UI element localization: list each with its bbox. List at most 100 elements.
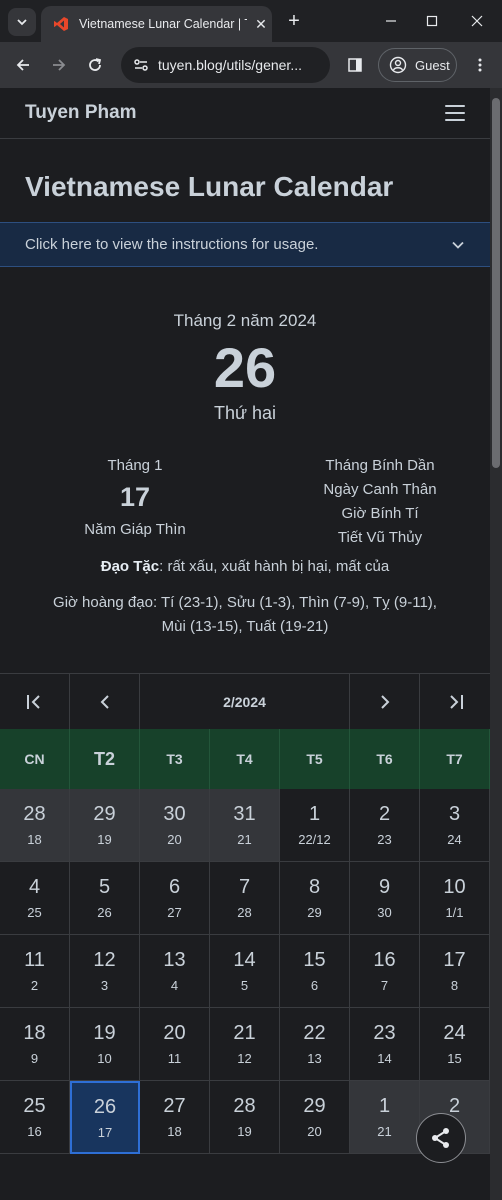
calendar-day[interactable]: 6 27 [140,862,210,935]
solar-date: 13 [163,949,186,971]
side-panel-button[interactable] [341,51,369,79]
lunar-date: 21 [377,1124,392,1139]
calendar-day[interactable]: 8 29 [280,862,350,935]
solar-date: 25 [23,1095,46,1117]
calendar-day[interactable]: 14 5 [210,935,280,1008]
month-year-label: Tháng 2 năm 2024 [173,311,317,330]
lunar-date: 7 [380,978,389,993]
calendar-day[interactable]: 17 8 [420,935,490,1008]
solar-date: 23 [373,1022,396,1044]
tab-close-icon[interactable]: ✕ [253,16,269,33]
lunar-date: 13 [307,1051,322,1066]
lunar-date: 6 [310,978,319,993]
tab-search-button[interactable] [8,8,36,36]
calendar-day[interactable]: 12 3 [70,935,140,1008]
calendar-day[interactable]: 11 2 [0,935,70,1008]
weekday-label: Thứ hai [213,403,277,423]
calendar-day[interactable]: 3 24 [420,789,490,862]
calendar-day[interactable]: 29 19 [70,789,140,862]
calendar-day[interactable]: 18 9 [0,1008,70,1081]
lunar-date: 4 [170,978,179,993]
first-month-button[interactable] [0,674,70,729]
lunar-day: 17 [119,482,151,512]
lunar-date: 16 [27,1124,42,1139]
back-button[interactable] [9,51,37,79]
site-settings-icon[interactable] [131,55,151,75]
share-button[interactable] [416,1113,466,1163]
calendar-day[interactable]: 31 21 [210,789,280,862]
calendar-day[interactable]: 7 28 [210,862,280,935]
weekday-fri: T6 [350,729,420,789]
weekday-tue: T3 [140,729,210,789]
lunar-date: 3 [100,978,109,993]
profile-label: Guest [415,57,450,73]
solar-date: 11 [24,949,45,971]
calendar-day[interactable]: 27 18 [140,1081,210,1154]
calendar-day[interactable]: 1 22/12 [280,789,350,862]
calendar-day[interactable]: 4 25 [0,862,70,935]
hamburger-menu-icon[interactable] [445,105,465,121]
scrollbar-thumb[interactable] [492,98,500,468]
page-scrollbar[interactable] [490,88,502,1200]
lunar-date: 27 [167,905,182,920]
browser-menu-button[interactable] [466,51,494,79]
lunar-date: 18 [167,1124,182,1139]
calendar-day[interactable]: 28 18 [0,789,70,862]
lunar-date: 23 [377,832,392,847]
lunar-month: Tháng 1 [107,457,163,474]
next-month-button[interactable] [350,674,420,729]
page-content: Tuyen Pham Vietnamese Lunar Calendar Cli… [0,88,490,1154]
prev-month-button[interactable] [70,674,140,729]
calendar-day[interactable]: 5 26 [70,862,140,935]
maximize-button[interactable] [417,8,447,34]
calendar-day[interactable]: 2 23 [350,789,420,862]
calendar-day[interactable]: 1 21 [350,1081,420,1154]
calendar-day[interactable]: 21 12 [210,1008,280,1081]
calendar-day[interactable]: 22 13 [280,1008,350,1081]
tab-title: Vietnamese Lunar Calendar | Tuyen Pham [79,17,247,31]
can-chi-month: Tháng Bính Dần [325,457,435,474]
calendar-day[interactable]: 28 19 [210,1081,280,1154]
can-chi-day: Ngày Canh Thân [323,481,437,498]
calendar-day[interactable]: 30 20 [140,789,210,862]
reload-button[interactable] [81,51,109,79]
address-bar[interactable]: tuyen.blog/utils/gener... [121,47,330,83]
calendar-day[interactable]: 13 4 [140,935,210,1008]
profile-button[interactable]: Guest [378,48,457,82]
solar-date: 29 [93,803,116,825]
calendar-day[interactable]: 29 20 [280,1081,350,1154]
browser-tab-active[interactable]: Vietnamese Lunar Calendar | Tuyen Pham ✕ [41,6,272,42]
lunar-date: Tháng 1 17 Năm Giáp Thìn [0,445,270,545]
page-viewport: Tuyen Pham Vietnamese Lunar Calendar Cli… [0,88,502,1200]
calendar-month-label[interactable]: 2/2024 [140,674,350,729]
lunar-date: 12 [237,1051,252,1066]
solar-date: 4 [28,876,41,898]
profile-icon [389,56,407,74]
last-month-button[interactable] [420,674,490,729]
browser-tabbar: Vietnamese Lunar Calendar | Tuyen Pham ✕… [0,0,502,42]
instructions-accordion[interactable]: Click here to view the instructions for … [0,222,490,267]
calendar-day[interactable]: 20 11 [140,1008,210,1081]
calendar-day[interactable]: 19 10 [70,1008,140,1081]
new-tab-button[interactable]: + [282,8,306,34]
solar-date: 10 [443,876,466,898]
calendar-day[interactable]: 10 1/1 [420,862,490,935]
minimize-button[interactable] [376,8,406,34]
calendar-day[interactable]: 24 15 [420,1008,490,1081]
calendar-day[interactable]: 9 30 [350,862,420,935]
lunar-date: 26 [97,905,112,920]
calendar-day-selected[interactable]: 26 17 [70,1081,140,1154]
calendar-day[interactable]: 23 14 [350,1008,420,1081]
calendar-day[interactable]: 15 6 [280,935,350,1008]
close-window-button[interactable] [462,8,492,34]
calendar-day[interactable]: 25 16 [0,1081,70,1154]
skip-last-icon [450,694,463,709]
url-text[interactable]: tuyen.blog/utils/gener... [158,57,318,73]
forward-button[interactable] [45,51,73,79]
day-quality-label: Đạo Tặc [100,558,160,575]
site-brand[interactable]: Tuyen Pham [25,102,137,124]
day-quality: Đạo Tặc: rất xấu, xuất hành bị hại, mất … [0,558,490,575]
calendar-day[interactable]: 16 7 [350,935,420,1008]
close-icon [471,15,483,27]
solar-date: 9 [378,876,391,898]
